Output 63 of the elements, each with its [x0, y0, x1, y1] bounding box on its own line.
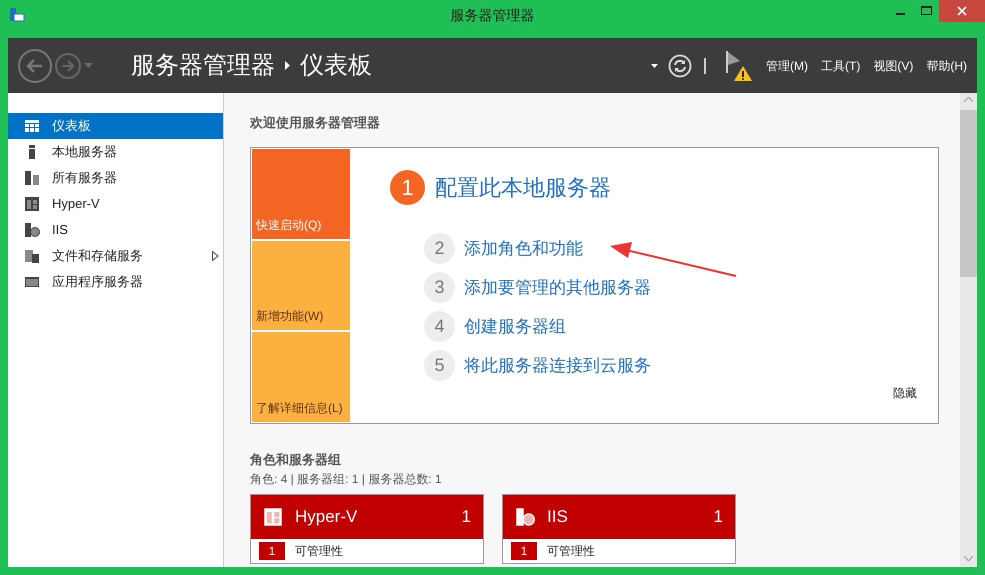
step-number-badge: 3 — [424, 272, 455, 303]
close-icon — [957, 6, 967, 16]
refresh-icon[interactable] — [668, 54, 692, 78]
quick-start-tile[interactable]: 新增功能(W) — [252, 240, 350, 330]
section-heading: 角色和服务器组 — [250, 451, 342, 469]
servers-icon — [24, 170, 40, 186]
server-panels-icon — [24, 196, 40, 212]
step-link[interactable]: 添加要管理的其他服务器 — [464, 274, 651, 300]
step-number-badge: 2 — [424, 233, 455, 264]
step-number-badge: 5 — [424, 350, 455, 381]
menu-item[interactable]: 工具(T) — [821, 56, 860, 74]
count-badge: 1 — [511, 542, 537, 560]
role-name: Hyper-V — [295, 506, 358, 528]
back-button[interactable] — [18, 48, 52, 82]
sidebar-item[interactable]: 应用程序服务器 — [8, 269, 223, 295]
status-label[interactable]: 可管理性 — [547, 542, 595, 560]
window-icon — [24, 274, 40, 290]
server-panels-icon — [263, 506, 283, 526]
hide-link[interactable]: 隐藏 — [893, 384, 917, 402]
step-number-badge: 4 — [424, 311, 455, 342]
back-arrow-icon — [26, 58, 44, 74]
breadcrumb-current: 仪表板 — [300, 50, 372, 80]
scrollbar-thumb[interactable] — [960, 110, 977, 277]
role-name: IIS — [547, 506, 569, 528]
role-count: 1 — [714, 506, 723, 528]
step-link[interactable]: 添加角色和功能 — [464, 236, 583, 262]
close-button[interactable] — [939, 0, 985, 22]
expand-arrow-icon[interactable] — [212, 251, 219, 261]
role-card-header[interactable]: Hyper-V 1 — [251, 494, 483, 538]
notification-flag-icon[interactable] — [724, 48, 754, 82]
status-label[interactable]: 可管理性 — [295, 542, 343, 560]
roles-summary: 角色: 4 | 服务器组: 1 | 服务器总数: 1 — [250, 470, 443, 488]
sidebar-item[interactable]: 文件和存储服务 — [8, 243, 223, 269]
menu-item[interactable]: 管理(M) — [766, 56, 808, 74]
breadcrumb-separator-icon — [285, 61, 290, 70]
dropdown-caret-icon[interactable] — [651, 64, 658, 68]
server-globe-icon — [24, 222, 40, 238]
sidebar-item[interactable]: Hyper-V — [8, 191, 223, 217]
sidebar-item[interactable]: 本地服务器 — [8, 139, 223, 165]
scrollbar[interactable] — [960, 93, 977, 567]
menu-item[interactable]: 帮助(H) — [926, 56, 967, 74]
maximize-icon — [920, 6, 932, 16]
sidebar-item[interactable]: IIS — [8, 217, 223, 243]
window-title: 服务器管理器 — [450, 6, 534, 24]
folder-server-icon — [24, 248, 40, 264]
minimize-icon — [896, 13, 904, 15]
step-number-badge: 1 — [390, 170, 425, 205]
step-link[interactable]: 配置此本地服务器 — [435, 171, 611, 204]
app-icon — [9, 7, 25, 23]
sidebar-item[interactable]: 所有服务器 — [8, 165, 223, 191]
server-globe-icon — [515, 506, 535, 526]
sidebar-item[interactable]: 仪表板 — [8, 113, 223, 139]
quick-start-tile[interactable]: 了解详细信息(L) — [252, 332, 350, 422]
menu-item[interactable]: 视图(V) — [873, 56, 914, 74]
grid-icon — [24, 118, 40, 134]
count-badge: 1 — [259, 542, 285, 560]
breadcrumb-root[interactable]: 服务器管理器 — [131, 48, 275, 84]
role-card-header[interactable]: IIS 1 — [503, 494, 735, 538]
forward-arrow-icon — [61, 60, 75, 72]
section-heading: 欢迎使用服务器管理器 — [250, 114, 381, 131]
step-link[interactable]: 创建服务器组 — [464, 314, 566, 340]
role-count: 1 — [462, 506, 471, 528]
step-link[interactable]: 将此服务器连接到云服务 — [464, 352, 651, 378]
